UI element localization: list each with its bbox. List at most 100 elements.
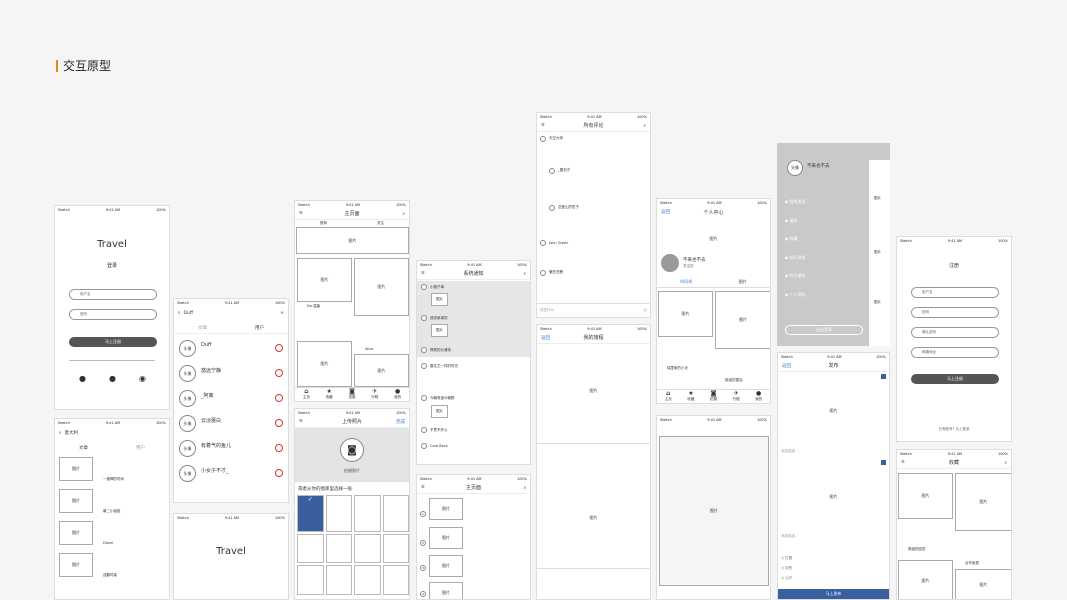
- weibo-icon[interactable]: ◉: [139, 374, 146, 383]
- banner-image[interactable]: 图片: [296, 227, 409, 254]
- menu-icon[interactable]: ≡: [299, 419, 303, 424]
- article-image[interactable]: 图片: [59, 521, 93, 545]
- post-image[interactable]: 图片: [658, 291, 713, 337]
- photo-cell[interactable]: [382, 495, 409, 532]
- photo[interactable]: 图片: [659, 436, 769, 586]
- tab-users[interactable]: 用户: [255, 325, 264, 331]
- post-image[interactable]: 图片: [778, 380, 889, 442]
- post-image[interactable]: 图片: [297, 258, 352, 302]
- tab-users[interactable]: 用户: [136, 445, 145, 451]
- search-icon[interactable]: ⌕: [523, 271, 526, 277]
- photo-cell[interactable]: [297, 565, 324, 595]
- notif-image[interactable]: 图片: [431, 324, 448, 337]
- tab-following[interactable]: 关注: [377, 221, 384, 226]
- list-item[interactable]: 不思不开心: [417, 426, 530, 434]
- tab-trips[interactable]: ✈ 行程: [371, 389, 378, 400]
- search-icon[interactable]: ⌕: [523, 485, 526, 491]
- tab-articles[interactable]: 文章: [198, 325, 207, 331]
- photo-cell[interactable]: [382, 533, 409, 564]
- register-button[interactable]: 马上注册: [911, 374, 999, 384]
- submit-button[interactable]: 马上注册: [69, 337, 157, 347]
- menu-icon[interactable]: ≡: [901, 460, 905, 465]
- menu-icon[interactable]: ≡: [299, 211, 303, 216]
- list-item[interactable]: 头像 云淡蕾白: [174, 412, 288, 437]
- avatar[interactable]: 头像: [787, 160, 803, 176]
- confirm-password-field[interactable]: 确认密码: [911, 327, 999, 338]
- email-field[interactable]: 邮箱地址: [911, 347, 999, 358]
- list-image[interactable]: 图片: [429, 498, 463, 520]
- list-image[interactable]: 图片: [429, 527, 463, 549]
- journey-image[interactable]: 图片: [537, 345, 650, 437]
- wechat-icon[interactable]: ●: [79, 374, 86, 383]
- photo-cell[interactable]: [382, 565, 409, 595]
- follow-icon[interactable]: [275, 444, 283, 452]
- tab-timeline[interactable]: 时间线: [680, 279, 692, 285]
- description-placeholder[interactable]: 添加描述...: [781, 534, 798, 539]
- login-link[interactable]: 已有账号? 马上登录: [897, 427, 1011, 432]
- remove-icon[interactable]: [881, 374, 886, 379]
- post-image[interactable]: 图片: [955, 473, 1011, 531]
- tab-articles[interactable]: 文章: [79, 445, 88, 451]
- search-bar[interactable]: ⌕ Duff ×: [174, 308, 288, 318]
- notif-image[interactable]: 图片: [431, 293, 448, 306]
- photo-cell[interactable]: [325, 565, 352, 595]
- post-image[interactable]: 图片: [297, 341, 352, 387]
- menu-icon[interactable]: ≡: [421, 271, 425, 276]
- tab-me[interactable]: ● 我的: [394, 389, 401, 400]
- list-image[interactable]: 图片: [429, 555, 463, 577]
- list-item[interactable]: 头像 小女子不才_: [174, 462, 288, 487]
- tab-home[interactable]: ⌂ 主页: [665, 391, 672, 402]
- description-placeholder[interactable]: 添加描述...: [781, 449, 798, 454]
- list-item[interactable]: 头像 有着气的鱼儿: [174, 437, 288, 462]
- logout-button[interactable]: 退出登录: [785, 325, 863, 335]
- password-field[interactable]: 密码: [911, 307, 999, 318]
- article-image[interactable]: 图片: [59, 553, 93, 577]
- search-icon[interactable]: ⌕: [1004, 460, 1007, 466]
- menu-item[interactable]: ◆ 通知: [785, 212, 805, 231]
- photo-cell[interactable]: [325, 495, 352, 532]
- tab-me[interactable]: ● 我的: [755, 391, 762, 402]
- search-icon[interactable]: ⌕: [643, 123, 646, 129]
- list-item[interactable]: 头像 Duff: [174, 337, 288, 362]
- emoji-icon[interactable]: ☺: [643, 308, 647, 312]
- menu-icon[interactable]: ≡: [541, 123, 545, 128]
- search-bar[interactable]: ⌕ 意大利: [55, 428, 169, 438]
- notif-image[interactable]: 图片: [431, 405, 448, 418]
- tab-home[interactable]: ⌂ 主页: [303, 389, 310, 400]
- camera-area[interactable]: ◙ 拍摄照片: [295, 428, 409, 482]
- journey-image[interactable]: 图片: [537, 472, 650, 564]
- menu-item[interactable]: ◆ 个人资料: [785, 286, 805, 305]
- avatar[interactable]: [661, 254, 679, 272]
- remove-icon[interactable]: [881, 460, 886, 465]
- qq-icon[interactable]: ●: [109, 374, 116, 383]
- username-field[interactable]: 用户名: [911, 287, 999, 298]
- visibility-option[interactable]: ◎ 公开: [781, 573, 792, 583]
- list-item[interactable]: 悠然某事的: [417, 314, 530, 322]
- password-field[interactable]: 密码: [69, 309, 157, 320]
- menu-item[interactable]: ◆ 附近通知: [785, 267, 805, 286]
- article-image[interactable]: 图片: [59, 457, 93, 481]
- back-button[interactable]: 返回: [661, 209, 670, 215]
- tab-camera[interactable]: ◙ 拍摄: [348, 389, 355, 400]
- photo-cell[interactable]: [325, 533, 352, 564]
- follow-icon[interactable]: [275, 344, 283, 352]
- post-image[interactable]: 图片: [898, 473, 953, 519]
- follow-icon[interactable]: [275, 394, 283, 402]
- article-image[interactable]: 图片: [59, 489, 93, 513]
- list-item[interactable]: Cora Bock: [417, 442, 530, 450]
- tab-camera[interactable]: ◙ 拍摄: [710, 391, 717, 402]
- list-item[interactable]: 佩佩的沙滩帝: [417, 346, 530, 354]
- follow-icon[interactable]: [275, 469, 283, 477]
- list-item[interactable]: 春花尤一样的时光: [417, 362, 530, 370]
- menu-item[interactable]: ◆ 我的消息: [785, 193, 805, 212]
- comment-input[interactable]: 说些什么 ☺: [537, 306, 650, 314]
- close-icon[interactable]: ×: [280, 311, 284, 316]
- list-image[interactable]: 图片: [429, 582, 463, 599]
- menu-item[interactable]: ◆ 收藏: [785, 230, 805, 249]
- follow-icon[interactable]: [275, 369, 283, 377]
- tab-favorites[interactable]: ★ 收藏: [326, 389, 333, 400]
- list-item[interactable]: 头像 悠远宁静: [174, 362, 288, 387]
- post-image[interactable]: 图片: [354, 258, 409, 316]
- photo-cell[interactable]: [354, 533, 381, 564]
- list-item[interactable]: 今朝有酒今朝醉: [417, 394, 530, 402]
